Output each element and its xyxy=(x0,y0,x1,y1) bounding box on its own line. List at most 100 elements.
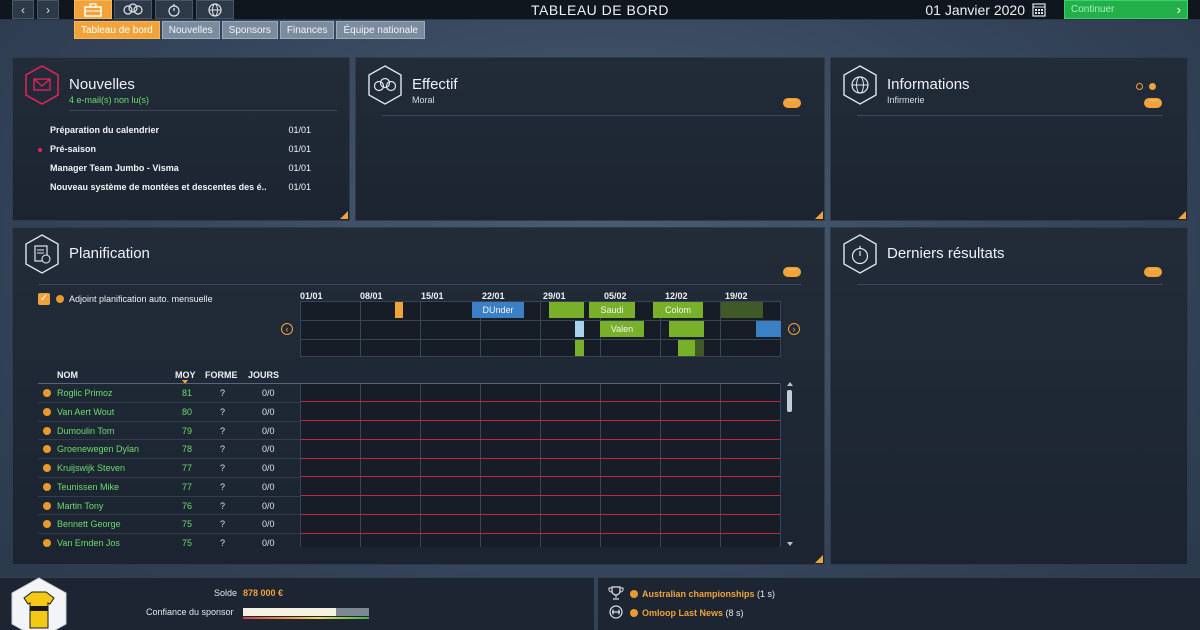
rider-name[interactable]: Dumoulin Tom xyxy=(57,426,114,436)
continue-button[interactable]: Continuer › xyxy=(1064,0,1188,19)
rider-form: ? xyxy=(220,519,226,530)
info-subtitle: Infirmerie xyxy=(887,95,925,105)
news-item[interactable]: Préparation du calendrier 01/01 xyxy=(37,121,327,140)
rider-name[interactable]: Teunissen Mike xyxy=(57,482,119,492)
unread-count: 4 e-mail(s) non lu(s) xyxy=(69,95,150,105)
resize-corner[interactable] xyxy=(340,211,348,219)
squad-title: Effectif xyxy=(412,76,458,93)
auto-planning-checkbox[interactable]: ✓ xyxy=(38,293,50,305)
page-dot-active[interactable] xyxy=(1149,83,1156,90)
column-header-avg[interactable]: MOY xyxy=(175,370,196,380)
tab-finances[interactable]: Finances xyxy=(279,21,335,39)
race-bar[interactable] xyxy=(575,321,584,337)
scrollbar[interactable] xyxy=(786,382,793,547)
more-button[interactable]: ··· xyxy=(1144,266,1162,277)
table-row[interactable]: Groenewegen Dylan 78? 0/0 xyxy=(38,440,300,459)
race-bar[interactable]: Saudi xyxy=(589,302,635,318)
coin-icon xyxy=(56,295,64,303)
more-button[interactable]: ··· xyxy=(783,266,801,277)
rider-name[interactable]: Roglic Primoz xyxy=(57,388,113,398)
scroll-up-icon[interactable] xyxy=(787,382,793,386)
rider-name[interactable]: Kruijswijk Steven xyxy=(57,463,125,473)
sponsor-confidence-bar xyxy=(243,608,369,616)
scroll-left-button[interactable]: ‹ xyxy=(281,323,293,335)
resize-corner[interactable] xyxy=(815,211,823,219)
table-row[interactable]: Dumoulin Tom 79? 0/0 xyxy=(38,422,300,441)
race-bar[interactable] xyxy=(669,321,704,337)
coin-icon xyxy=(43,389,51,397)
more-button[interactable]: ··· xyxy=(783,97,801,108)
row-line xyxy=(301,439,780,440)
event-name[interactable]: Australian championships xyxy=(642,589,755,599)
race-bar[interactable] xyxy=(395,302,403,318)
tab-national-team[interactable]: Équipe nationale xyxy=(336,21,425,39)
scroll-right-button[interactable]: › xyxy=(788,323,800,335)
race-bar[interactable] xyxy=(721,302,763,318)
tab-news[interactable]: Nouvelles xyxy=(161,21,220,39)
calendar-icon[interactable] xyxy=(1032,2,1046,17)
rider-avg: 77 xyxy=(182,463,193,473)
rider-form: ? xyxy=(220,388,226,398)
rider-days: 0/0 xyxy=(262,500,275,511)
column-header-name[interactable]: NOM xyxy=(57,370,78,380)
event-name[interactable]: Omloop Last News xyxy=(642,608,723,618)
confidence-scale xyxy=(243,617,369,619)
more-button[interactable]: ··· xyxy=(1144,97,1162,108)
rider-list: Roglic Primoz 81? 0/0 Van Aert Wout 80? 0/0 … xyxy=(0,384,300,547)
auto-planning-label: Adjoint planification auto. mensuelle xyxy=(69,294,213,304)
event-item[interactable]: Omloop Last News (8 s) xyxy=(642,608,744,618)
rider-name[interactable]: Bennett George xyxy=(57,519,121,529)
squad-subtitle: Moral xyxy=(412,95,435,105)
grid-line xyxy=(720,384,721,547)
news-item[interactable]: Pré-saison 01/01 xyxy=(37,140,327,159)
sponsor-confidence-label: Confiance du sponsor xyxy=(146,607,234,617)
race-bar[interactable] xyxy=(678,340,695,356)
column-header-days[interactable]: JOURS xyxy=(248,370,279,380)
rider-form: ? xyxy=(220,406,226,417)
table-row[interactable]: Kruijswijk Steven 77? 0/0 xyxy=(38,459,300,478)
tab-dashboard[interactable]: Tableau de bord xyxy=(74,21,160,39)
page-dot[interactable] xyxy=(1136,83,1143,90)
rider-avg: 81 xyxy=(182,388,193,398)
table-row[interactable]: Teunissen Mike 77? 0/0 xyxy=(38,478,300,497)
race-bar[interactable]: Valen xyxy=(600,321,644,337)
grid-line xyxy=(360,384,361,547)
column-header-form[interactable]: FORME xyxy=(205,370,238,380)
unread-dot xyxy=(38,148,42,152)
rider-name[interactable]: Martin Tony xyxy=(57,501,103,511)
rider-name[interactable]: Van Aert Wout xyxy=(57,407,114,417)
coin-icon xyxy=(43,445,51,454)
rider-name[interactable]: Van Emden Jos xyxy=(57,538,120,547)
grid-line xyxy=(420,301,421,357)
current-date: 01 Janvier 2020 xyxy=(925,2,1025,18)
continue-label: Continuer xyxy=(1071,4,1115,15)
rider-form: ? xyxy=(220,463,226,473)
news-item-date: 01/01 xyxy=(288,163,311,173)
resize-corner[interactable] xyxy=(1178,211,1186,219)
race-bar[interactable] xyxy=(549,302,584,318)
table-row[interactable]: Roglic Primoz 81? 0/0 xyxy=(38,384,300,403)
race-bar[interactable] xyxy=(756,321,781,337)
planner-icon xyxy=(25,234,59,274)
news-item[interactable]: Nouveau système de montées et descentes … xyxy=(37,178,327,197)
table-row[interactable]: Van Emden Jos 75? 0/0 xyxy=(38,534,300,547)
table-row[interactable]: Bennett George 75? 0/0 xyxy=(38,515,300,534)
news-item[interactable]: Manager Team Jumbo - Visma 01/01 xyxy=(37,159,327,178)
table-row[interactable]: Martin Tony 76? 0/0 xyxy=(38,497,300,516)
table-row[interactable]: Van Aert Wout 80? 0/0 xyxy=(38,403,300,422)
row-line xyxy=(301,495,780,496)
week-label: 12/02 xyxy=(665,291,688,301)
scroll-thumb[interactable] xyxy=(787,390,792,412)
race-bar[interactable] xyxy=(575,340,584,356)
coin-icon xyxy=(630,609,638,617)
tab-sponsors[interactable]: Sponsors xyxy=(221,21,278,39)
race-bar[interactable]: Colom xyxy=(653,302,703,318)
divider xyxy=(857,284,1163,285)
coin-icon xyxy=(43,464,51,472)
race-bar[interactable]: DUnder xyxy=(472,302,524,318)
race-bar[interactable] xyxy=(695,340,704,356)
rider-name[interactable]: Groenewegen Dylan xyxy=(57,444,139,454)
event-item[interactable]: Australian championships (1 s) xyxy=(642,589,775,599)
resize-corner[interactable] xyxy=(815,555,823,563)
scroll-down-icon[interactable] xyxy=(787,542,793,546)
